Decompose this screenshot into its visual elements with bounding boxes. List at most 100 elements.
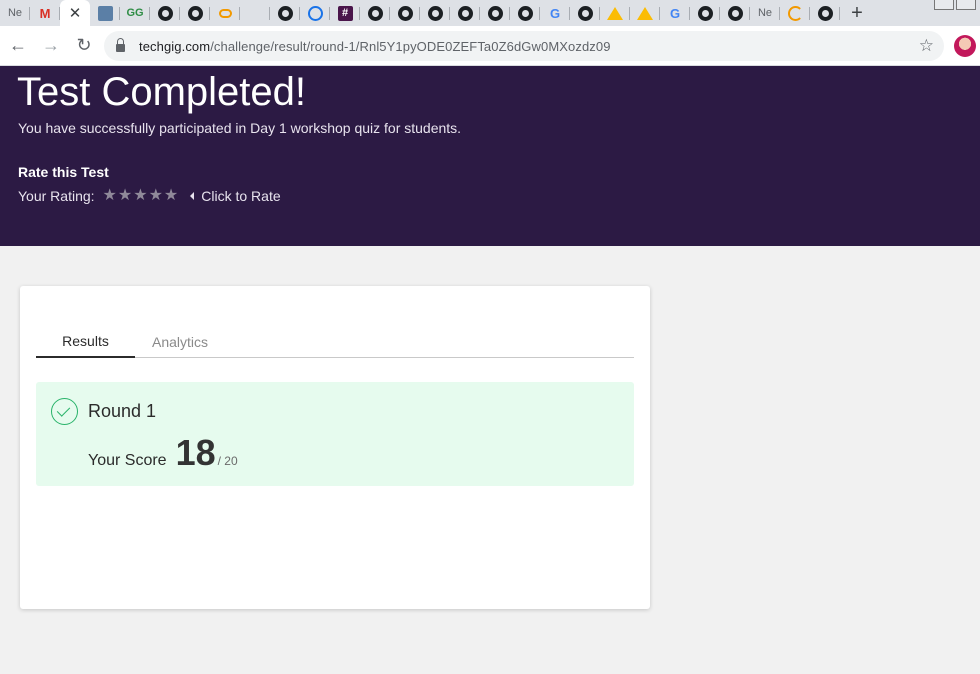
browser-tab[interactable] [510,0,540,26]
browser-tab[interactable] [180,0,210,26]
page-subtitle: You have successfully participated in Da… [18,120,462,136]
browser-tab-active[interactable]: ✕ [60,0,90,26]
github-icon [697,5,713,21]
browser-tab[interactable]: M [30,0,60,26]
github-icon [427,5,443,21]
browser-toolbar: ← → ↻ techgig.com/challenge/result/round… [0,26,980,66]
score-value: 18 [175,432,216,473]
browser-tab[interactable] [270,0,300,26]
google-drive-icon [607,6,623,20]
browser-tab[interactable] [780,0,810,26]
github-icon [397,5,413,21]
blank-icon [248,6,263,21]
close-icon[interactable]: ✕ [69,4,82,22]
bookmark-star-icon[interactable]: ☆ [919,36,934,56]
star-icon[interactable]: ★ [118,188,132,204]
score-row: Your Score 18 / 20 [88,432,238,474]
geeksforgeeks-icon: GG [126,7,144,19]
browser-tab[interactable] [810,0,840,26]
url-text[interactable]: techgig.com/challenge/result/round-1/Rnl… [139,39,611,54]
back-button[interactable]: ← [3,31,33,61]
browser-tab[interactable] [300,0,330,26]
star-icon[interactable]: ★ [149,188,163,204]
url-host: techgig.com [139,38,211,54]
browser-tab[interactable] [630,0,660,26]
tab-results[interactable]: Results [36,326,135,358]
rating-row: Your Rating: ★ ★ ★ ★ ★ Click to Rate [18,188,281,205]
tab-analytics[interactable]: Analytics [135,326,225,358]
reload-icon: ↻ [76,35,92,55]
window-controls [930,0,980,10]
star-icon[interactable]: ★ [164,188,178,204]
lock-icon [116,38,125,52]
address-bar[interactable]: techgig.com/challenge/result/round-1/Rnl… [104,31,944,61]
browser-tab[interactable]: Ne [0,0,30,26]
github-icon [817,5,833,21]
github-icon [487,5,503,21]
browser-tab-strip: Ne M ✕ GG # G G Ne + [0,0,980,26]
google-drive-icon [637,6,653,20]
github-icon [457,5,473,21]
browser-tab[interactable] [720,0,750,26]
browser-tab[interactable] [390,0,420,26]
ne-icon: Ne [7,7,23,19]
profile-avatar[interactable] [954,35,976,57]
google-icon: G [549,5,561,21]
github-icon [577,5,593,21]
history-icon [307,5,323,21]
browser-tab[interactable]: Ne [750,0,780,26]
minimize-button[interactable] [934,0,954,10]
techgig-icon [97,5,113,21]
gmail-icon: M [39,5,51,21]
reload-button[interactable]: ↻ [69,31,99,61]
browser-tab[interactable] [210,0,240,26]
browser-tab[interactable]: G [540,0,570,26]
rate-heading: Rate this Test [18,164,109,180]
browser-tab[interactable] [570,0,600,26]
orange-c-icon [787,5,803,21]
click-to-rate-link[interactable]: Click to Rate [201,188,280,204]
slack-icon: # [337,5,353,21]
ne-icon: Ne [757,7,773,19]
url-path: /challenge/result/round-1/Rnl5Y1pyODE0ZE… [210,38,611,54]
caret-left-icon [190,192,195,200]
star-icon[interactable]: ★ [133,188,147,204]
rating-stars[interactable]: ★ ★ ★ ★ ★ [103,188,179,204]
browser-tab[interactable] [480,0,510,26]
rating-label: Your Rating: [18,188,95,204]
browser-tab[interactable] [240,0,270,26]
arrow-right-icon: → [42,35,60,55]
hero-banner: Test Completed! You have successfully pa… [0,66,980,246]
browser-tab[interactable]: GG [120,0,150,26]
round-result: Round 1 Your Score 18 / 20 [36,382,634,486]
round-title: Round 1 [88,401,157,421]
browser-tab[interactable] [690,0,720,26]
browser-tab[interactable] [420,0,450,26]
github-icon [727,5,743,21]
star-icon[interactable]: ★ [103,188,117,204]
github-icon [187,5,203,21]
browser-tab[interactable]: # [330,0,360,26]
new-tab-button[interactable]: + [840,0,874,26]
github-icon [157,5,173,21]
browser-tab[interactable] [90,0,120,26]
github-icon [367,5,383,21]
browser-tab[interactable] [360,0,390,26]
page-content: Test Completed! You have successfully pa… [0,66,980,674]
forward-button[interactable]: → [36,31,66,61]
browser-tab[interactable] [150,0,180,26]
results-tabs: Results Analytics [36,326,634,358]
check-circle-icon [51,398,78,425]
github-icon [277,5,293,21]
codechef-icon [218,8,232,18]
score-label: Your Score [88,452,167,469]
arrow-left-icon: ← [9,35,27,55]
browser-tab[interactable] [600,0,630,26]
browser-tab[interactable] [450,0,480,26]
restore-button[interactable] [956,0,976,10]
google-icon: G [669,5,681,21]
page-title: Test Completed! [17,70,307,114]
browser-tab[interactable]: G [660,0,690,26]
score-total: / 20 [217,454,238,468]
results-card: Results Analytics Round 1 Your Score 18 … [20,286,650,609]
